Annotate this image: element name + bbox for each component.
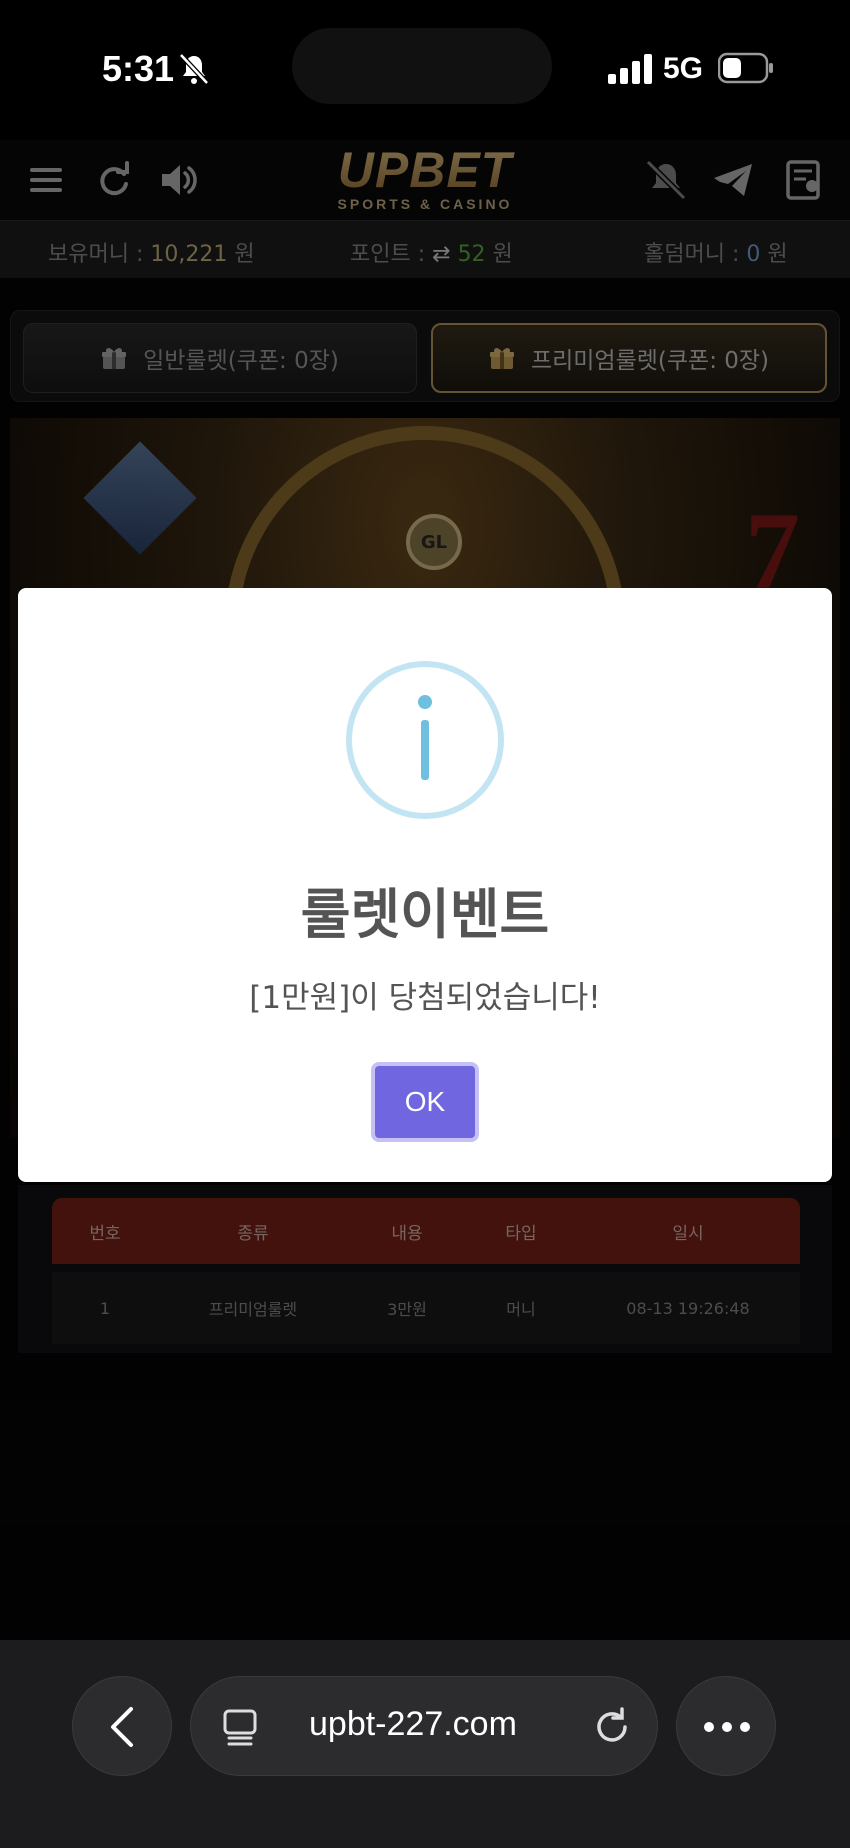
network-label: 5G xyxy=(663,52,704,85)
battery-icon xyxy=(718,52,773,84)
ellipsis-icon xyxy=(704,1722,750,1732)
signal-icon xyxy=(608,54,652,84)
bell-muted-icon xyxy=(179,53,209,85)
ok-button[interactable]: OK xyxy=(371,1062,479,1142)
back-button[interactable] xyxy=(72,1676,172,1776)
dialog-message: [1만원]이 당첨되었습니다! xyxy=(249,980,601,1016)
reload-icon[interactable] xyxy=(591,1705,633,1747)
camera-notch xyxy=(292,28,552,104)
address-bar[interactable]: upbt-227.com xyxy=(190,1676,658,1776)
chevron-left-icon xyxy=(111,1707,133,1747)
status-bar: 5:31 5G xyxy=(0,0,850,140)
info-icon xyxy=(346,661,504,819)
status-time: 5:31 xyxy=(102,48,175,89)
dialog-title: 룰렛이벤트 xyxy=(300,883,550,946)
url-text: upbt-227.com xyxy=(309,1705,517,1743)
browser-toolbar: upbt-227.com xyxy=(0,1640,850,1848)
alert-dialog: 룰렛이벤트 [1만원]이 당첨되었습니다! OK xyxy=(18,588,832,1182)
more-button[interactable] xyxy=(676,1676,776,1776)
tabs-icon[interactable] xyxy=(221,1707,261,1747)
